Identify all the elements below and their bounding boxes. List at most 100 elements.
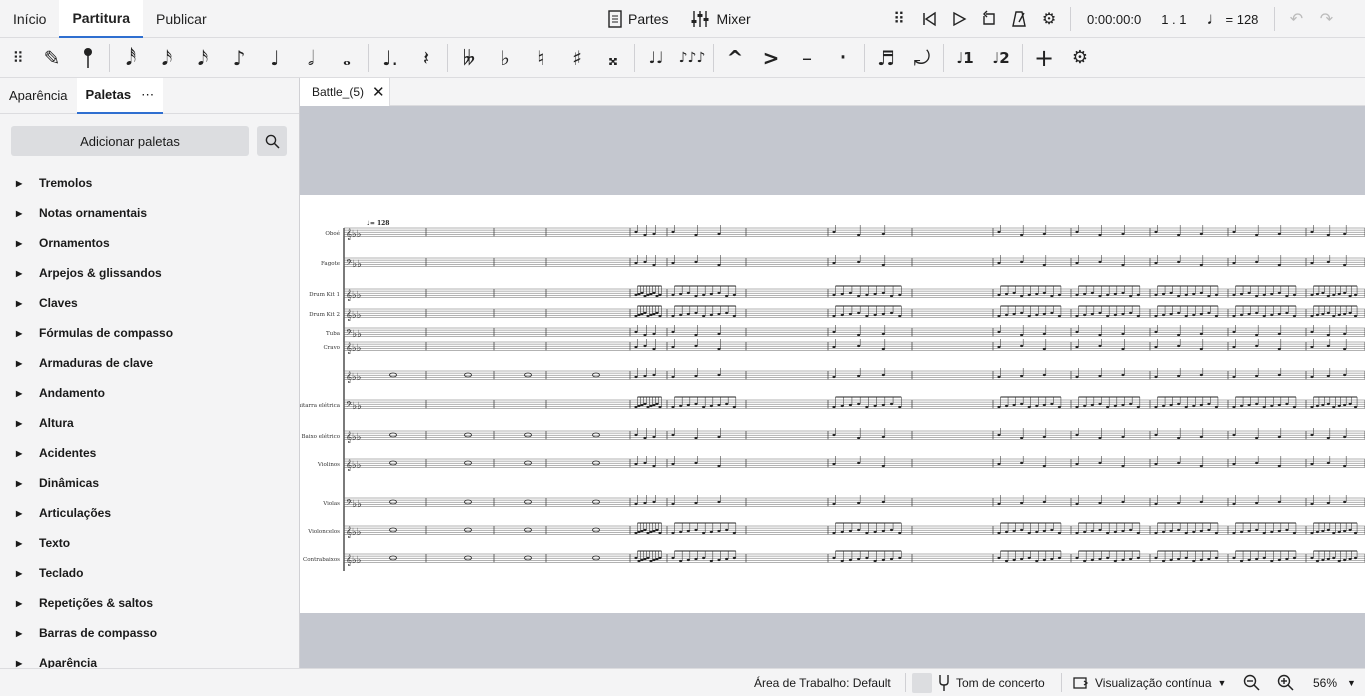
whole-note-icon[interactable]: 𝅝	[329, 40, 365, 76]
drag-handle-icon[interactable]: ⠿	[884, 4, 914, 34]
rest-icon[interactable]: 𝄽	[408, 40, 444, 76]
staff[interactable]: 𝄞♭♭	[343, 305, 1365, 321]
accent-icon[interactable]: >	[753, 40, 789, 76]
add-palettes-button[interactable]: Adicionar paletas	[11, 126, 249, 156]
palette-item[interactable]: ▶ Acidentes	[0, 438, 299, 468]
palette-item[interactable]: ▶ Notas ornamentais	[0, 198, 299, 228]
flat-icon[interactable]: ♭	[487, 40, 523, 76]
metronome-icon[interactable]	[1004, 4, 1034, 34]
quarter-note-icon: ♩	[1206, 9, 1224, 28]
tab-partitura[interactable]: Partitura	[59, 0, 144, 38]
palette-item[interactable]: ▶ Tremolos	[0, 168, 299, 198]
divider	[864, 43, 865, 72]
input-mode-icon[interactable]	[70, 40, 106, 76]
voice-1-icon[interactable]: ♩1	[947, 40, 983, 76]
16th-note-icon[interactable]: 𝅘𝅥𝅯	[185, 40, 221, 76]
palette-item[interactable]: ▶ Texto	[0, 528, 299, 558]
rewind-icon[interactable]	[914, 4, 944, 34]
staff[interactable]: 𝄢♭♭	[343, 255, 1365, 270]
staff[interactable]: 𝄞♭♭	[343, 456, 1365, 471]
staff[interactable]: 𝄢♭♭	[343, 495, 1365, 510]
redo-icon[interactable]: ↷	[1311, 4, 1341, 34]
staff[interactable]: 𝄞♭♭	[343, 522, 1365, 538]
sharp-icon[interactable]: ♯	[559, 40, 595, 76]
zoom-out-button[interactable]	[1243, 669, 1260, 696]
tab-publicar[interactable]: Publicar	[143, 0, 220, 38]
palette-item[interactable]: ▶ Aparência	[0, 648, 299, 668]
staff[interactable]: 𝄢♭♭	[343, 325, 1365, 340]
mixer-button[interactable]: Mixer	[690, 10, 751, 28]
64th-note-icon[interactable]: 𝅘𝅥𝅰	[113, 40, 149, 76]
tenuto-icon[interactable]: –	[789, 40, 825, 76]
tab-aparencia[interactable]: Aparência	[0, 78, 77, 114]
divider	[713, 43, 714, 72]
pencil-icon[interactable]: ✎	[34, 40, 70, 76]
palette-item[interactable]: ▶ Armaduras de clave	[0, 348, 299, 378]
expand-icon: ▶	[16, 298, 23, 308]
chevron-down-icon: ▼	[1347, 677, 1356, 688]
document-tab[interactable]: Battle_(5) ✕	[300, 78, 390, 106]
palette-item[interactable]: ▶ Barras de compasso	[0, 618, 299, 648]
close-icon[interactable]: ✕	[372, 83, 385, 101]
staff[interactable]: 𝄞♭♭	[343, 550, 1365, 566]
tuplet-icon[interactable]: ♬	[868, 40, 904, 76]
palette-item[interactable]: ▶ Dinâmicas	[0, 468, 299, 498]
concert-pitch-checkbox[interactable]	[912, 672, 932, 693]
double-sharp-icon[interactable]: 𝄪	[595, 40, 631, 76]
tab-paletas[interactable]: Paletas ⋯	[76, 77, 164, 114]
augmentation-dot-icon[interactable]: ♩.	[372, 40, 408, 76]
play-icon[interactable]	[944, 4, 974, 34]
playback-settings-icon[interactable]: ⚙	[1034, 4, 1064, 34]
natural-icon[interactable]: ♮	[523, 40, 559, 76]
palette-item[interactable]: ▶ Arpejos & glissandos	[0, 258, 299, 288]
instrument-name: Cravo	[323, 345, 340, 351]
tab-inicio[interactable]: Início	[0, 0, 59, 38]
slur-icon[interactable]: ♪♪♪	[674, 40, 710, 76]
marcato-icon[interactable]: ^	[717, 40, 753, 76]
instrument-name: Baixo elétrico	[302, 433, 341, 440]
palette-item[interactable]: ▶ Fórmulas de compasso	[0, 318, 299, 348]
concert-pitch-toggle[interactable]: Tom de concerto	[912, 669, 1045, 696]
staff[interactable]: 𝄞♭♭	[343, 285, 1365, 301]
palette-item[interactable]: ▶ Repetições & saltos	[0, 588, 299, 618]
tie-icon[interactable]: ♩♩	[638, 40, 674, 76]
search-button[interactable]	[257, 126, 287, 156]
more-icon[interactable]: ⋯	[141, 87, 154, 103]
staff[interactable]: 𝄞♭♭	[343, 368, 1365, 383]
clef-mark: 𝄢♭♭	[346, 499, 362, 510]
drag-handle-icon[interactable]: ⠿	[2, 40, 34, 76]
workspace-selector[interactable]: Área de Trabalho: Default	[754, 669, 891, 696]
32nd-note-icon[interactable]: 𝅘𝅥𝅯	[149, 40, 185, 76]
palette-item-label: Acidentes	[39, 446, 97, 460]
top-center-actions: Partes Mixer	[608, 0, 751, 38]
eighth-note-icon[interactable]: ♪	[221, 40, 257, 76]
flip-direction-icon[interactable]: ⤾	[904, 40, 940, 76]
staff[interactable]: 𝄢♭♭	[343, 396, 1365, 412]
staff[interactable]: 𝄞♭♭	[343, 339, 1365, 354]
palette-item[interactable]: ▶ Articulações	[0, 498, 299, 528]
palette-item[interactable]: ▶ Ornamentos	[0, 228, 299, 258]
expand-icon: ▶	[16, 478, 23, 488]
palette-item[interactable]: ▶ Altura	[0, 408, 299, 438]
loop-icon[interactable]	[974, 4, 1004, 34]
voice-2-icon[interactable]: ♩2	[983, 40, 1019, 76]
add-icon[interactable]: +	[1026, 40, 1062, 76]
staff[interactable]: 𝄞♭♭	[343, 428, 1365, 443]
zoom-selector[interactable]: 56% ▼	[1313, 669, 1356, 696]
quarter-note-icon[interactable]: ♩	[257, 40, 293, 76]
palette-item[interactable]: ▶ Andamento	[0, 378, 299, 408]
zoom-in-button[interactable]	[1277, 669, 1294, 696]
undo-icon[interactable]: ↶	[1281, 4, 1311, 34]
staff[interactable]: 𝄞♭♭	[343, 225, 1365, 240]
palette-item[interactable]: ▶ Teclado	[0, 558, 299, 588]
staccato-icon[interactable]: ·	[825, 40, 861, 76]
score-notation[interactable]: 𝄞♭♭ 𝄢♭♭ 𝄞♭♭ 𝄞♭♭ 𝄢♭♭ 𝄞♭♭ 𝄞♭♭ 𝄢♭♭ 𝄞♭♭ 𝄞♭♭ 𝄢♭♭ 𝄞♭♭ 𝄞♭♭ O…	[300, 195, 1365, 613]
view-mode-selector[interactable]: Visualização contínua ▼	[1073, 669, 1226, 696]
palette-item[interactable]: ▶ Claves	[0, 288, 299, 318]
double-flat-icon[interactable]: 𝄫	[451, 40, 487, 76]
parts-button[interactable]: Partes	[608, 10, 668, 28]
score-page[interactable]: 𝄞♭♭ 𝄢♭♭ 𝄞♭♭ 𝄞♭♭ 𝄢♭♭ 𝄞♭♭ 𝄞♭♭ 𝄢♭♭ 𝄞♭♭ 𝄞♭♭ 𝄢♭♭ 𝄞♭♭ 𝄞♭♭ O…	[300, 195, 1365, 613]
score-canvas[interactable]: 𝄞♭♭ 𝄢♭♭ 𝄞♭♭ 𝄞♭♭ 𝄢♭♭ 𝄞♭♭ 𝄞♭♭ 𝄢♭♭ 𝄞♭♭ 𝄞♭♭ 𝄢♭♭ 𝄞♭♭ 𝄞♭♭ O…	[300, 106, 1365, 668]
half-note-icon[interactable]: 𝅗𝅥	[293, 40, 329, 76]
toolbar-settings-icon[interactable]: ⚙	[1062, 40, 1098, 76]
